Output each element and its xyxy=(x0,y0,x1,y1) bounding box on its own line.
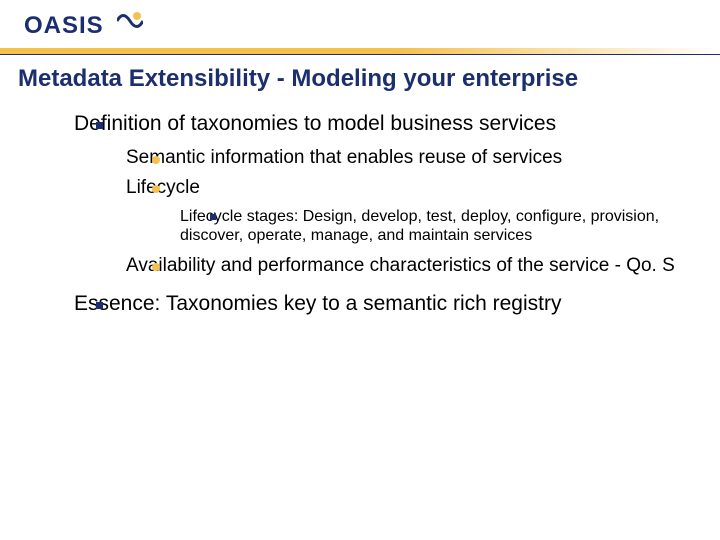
logo: OASIS xyxy=(24,12,143,41)
slide-content: Definition of taxonomies to model busine… xyxy=(28,111,692,317)
bullet-text: Lifecycle xyxy=(126,177,200,198)
bullet-level1: Essence: Taxonomies key to a semantic ri… xyxy=(74,291,692,317)
header-rule xyxy=(0,48,720,55)
logo-text: OASIS xyxy=(24,12,104,39)
bullet-level2: Lifecycle Lifecycle stages: Design, deve… xyxy=(126,176,692,246)
logo-mark-icon xyxy=(117,10,143,39)
bullet-level3: Lifecycle stages: Design, develop, test,… xyxy=(180,207,692,246)
bullet-level1: Definition of taxonomies to model busine… xyxy=(74,111,692,277)
bullet-text: Availability and performance characteris… xyxy=(126,255,675,276)
bullet-text: Definition of taxonomies to model busine… xyxy=(74,112,556,135)
bullet-text: Essence: Taxonomies key to a semantic ri… xyxy=(74,292,561,315)
bullet-text: Lifecycle stages: Design, develop, test,… xyxy=(180,208,659,245)
header-bar: OASIS xyxy=(0,0,720,56)
slide-title: Metadata Extensibility - Modeling your e… xyxy=(18,66,702,93)
bullet-text: Semantic information that enables reuse … xyxy=(126,147,562,168)
bullet-level2: Semantic information that enables reuse … xyxy=(126,146,692,169)
bullet-level2: Availability and performance characteris… xyxy=(126,254,692,277)
